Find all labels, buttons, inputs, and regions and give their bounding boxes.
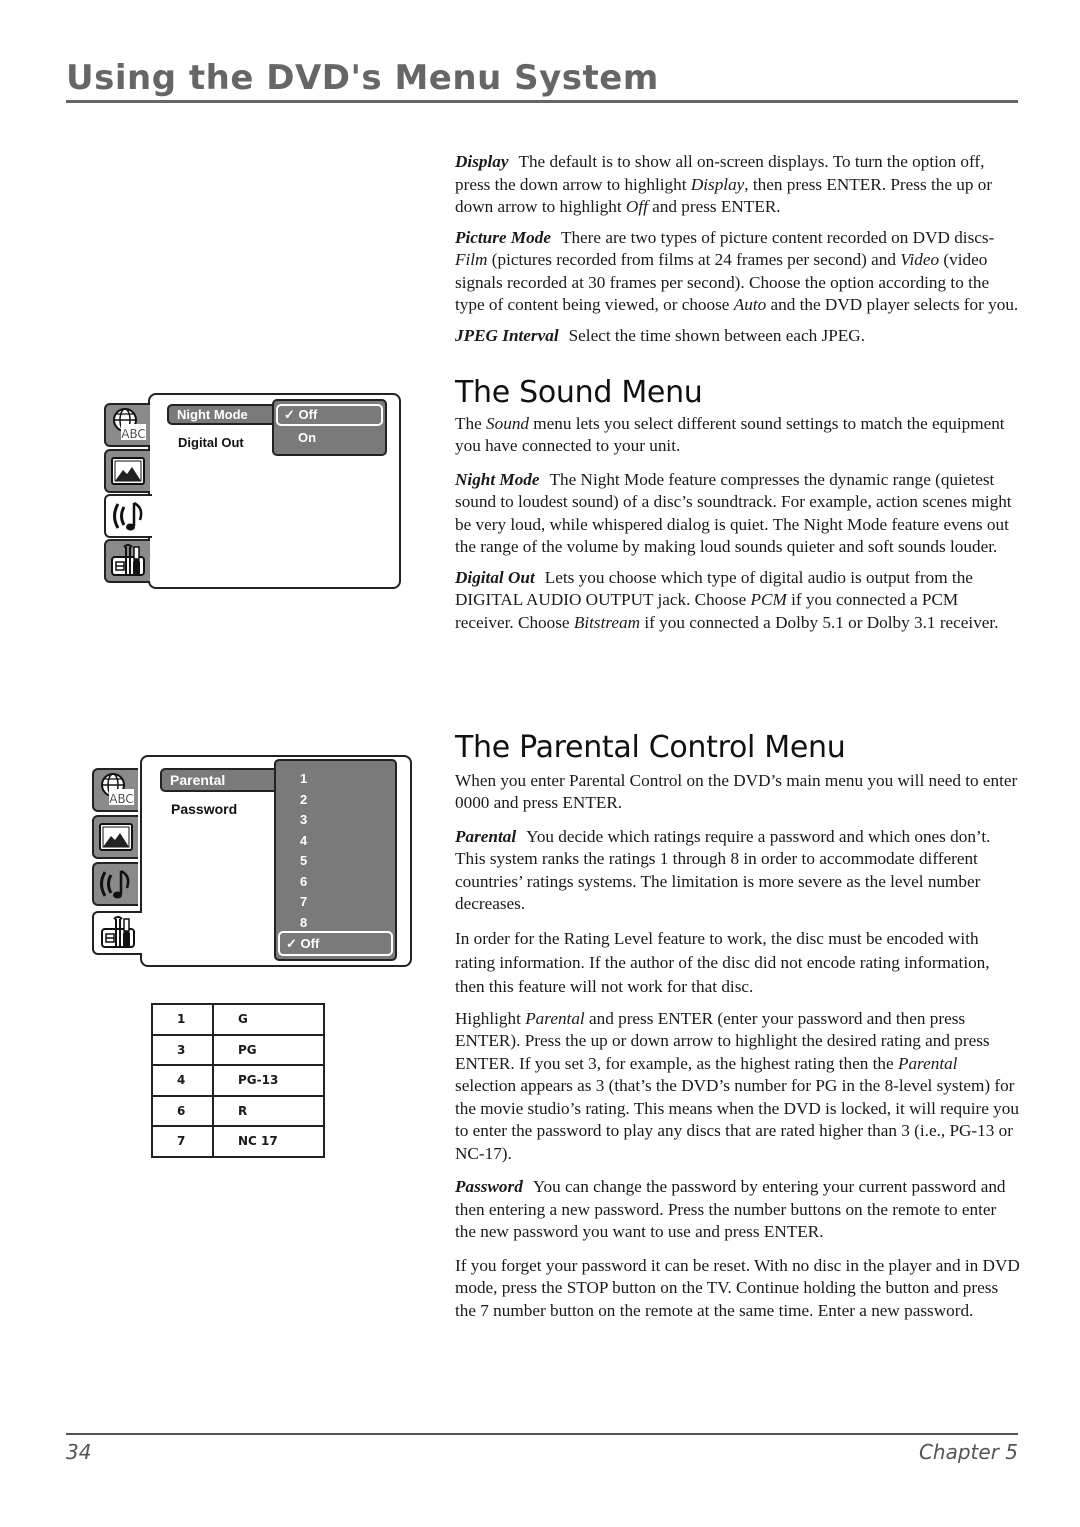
parental-menu-heading: The Parental Control Menu <box>455 730 846 765</box>
jpeg-interval-paragraph: JPEG Interval Select the time shown betwe… <box>455 325 866 345</box>
night-mode-paragraph: Night Mode The Night Mode feature compres… <box>455 469 1012 557</box>
option-level-2[interactable]: 2 <box>276 792 395 807</box>
language-abc-icon <box>109 407 147 443</box>
picture-icon <box>97 819 135 855</box>
menu-item-password[interactable]: Password <box>171 801 237 817</box>
option-level-8[interactable]: 8 <box>276 915 395 930</box>
digital-out-paragraph: Digital Out Lets you choose which type of… <box>455 567 999 632</box>
menu-item-night-mode[interactable]: Night Mode <box>167 404 275 425</box>
tab-setup[interactable] <box>104 539 150 583</box>
tab-language[interactable] <box>92 768 138 812</box>
option-level-6[interactable]: 6 <box>276 874 395 889</box>
language-abc-icon <box>97 772 135 808</box>
display-term: Display <box>455 152 509 171</box>
option-off-selected[interactable]: ✓ Off <box>278 931 393 956</box>
password-paragraph: Password You can change the password by e… <box>455 1177 1006 1241</box>
jpeg-interval-term: JPEG Interval <box>455 325 559 345</box>
tab-sound[interactable] <box>104 494 152 538</box>
night-mode-term: Night Mode <box>455 469 540 489</box>
page-title: Using the DVD's Menu System <box>66 58 659 98</box>
tab-picture[interactable] <box>104 449 150 493</box>
option-level-5[interactable]: 5 <box>276 853 395 868</box>
picture-icon <box>109 453 147 489</box>
table-row: 1G <box>151 1003 325 1036</box>
option-level-4[interactable]: 4 <box>276 833 395 848</box>
display-paragraph: Display The default is to show all on-scr… <box>455 152 993 216</box>
option-level-3[interactable]: 3 <box>276 812 395 827</box>
tab-picture[interactable] <box>92 815 138 859</box>
rating-table: 1G 3 PG 4 PG-13 6R 7 NC 17 <box>151 1003 325 1158</box>
parental-paragraph: Parental You decide which ratings require… <box>455 826 991 914</box>
table-row: 3 PG <box>151 1033 325 1066</box>
sound-icon <box>97 866 135 902</box>
sound-menu-heading: The Sound Menu <box>455 375 703 410</box>
reset-paragraph: If you forget your password it can be re… <box>455 1255 1020 1320</box>
table-row: 7 NC 17 <box>151 1125 325 1158</box>
option-level-7[interactable]: 7 <box>276 894 395 909</box>
parental-level-dropdown: 1 2 3 4 5 6 7 8 ✓ Off <box>274 759 397 961</box>
menu-item-parental[interactable]: Parental <box>160 768 278 792</box>
night-mode-dropdown: ✓ Off On <box>272 399 387 456</box>
table-row: 6R <box>151 1094 325 1127</box>
sound-menu-section: The Sound Menu The Sound menu lets you s… <box>455 375 1020 634</box>
title-rule <box>66 100 1018 103</box>
tab-setup[interactable] <box>92 911 142 955</box>
digital-out-term: Digital Out <box>455 567 535 587</box>
highlight-paragraph: Highlight Parental and press ENTER (ente… <box>455 1008 1019 1163</box>
setup-tools-icon <box>99 915 137 951</box>
password-term: Password <box>455 1177 523 1196</box>
checkmark-icon: ✓ <box>286 936 297 951</box>
display-section: Display The default is to show all on-scr… <box>455 151 1020 347</box>
parental-term: Parental <box>455 826 517 846</box>
parental-intro: When you enter Parental Control on the D… <box>455 770 1018 813</box>
picture-mode-paragraph: Picture Mode There are two types of pictu… <box>455 227 1019 315</box>
chapter-label: Chapter 5 <box>918 1440 1018 1464</box>
option-on[interactable]: On <box>274 430 385 446</box>
footer-rule <box>66 1433 1018 1435</box>
parental-menu-section: The Parental Control Menu When you enter… <box>455 730 1020 1322</box>
tab-sound[interactable] <box>92 862 138 906</box>
menu-item-digital-out[interactable]: Digital Out <box>178 435 244 450</box>
option-off-selected[interactable]: ✓ Off <box>276 404 383 426</box>
table-row: 4 PG-13 <box>151 1064 325 1097</box>
picture-mode-term: Picture Mode <box>455 227 551 247</box>
sound-icon <box>110 498 148 534</box>
setup-tools-icon <box>109 543 147 579</box>
checkmark-icon: ✓ <box>284 407 295 422</box>
option-level-1[interactable]: 1 <box>276 771 395 786</box>
tab-language[interactable] <box>104 403 150 447</box>
page-number: 34 <box>66 1440 92 1464</box>
sound-intro: The Sound menu lets you select different… <box>455 413 1005 456</box>
rating-level-paragraph: In order for the Rating Level feature to… <box>455 928 990 996</box>
